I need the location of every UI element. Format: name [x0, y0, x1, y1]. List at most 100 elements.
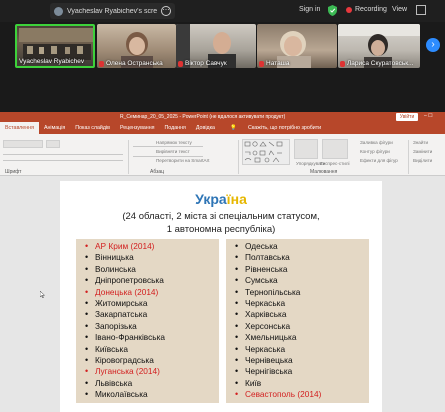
slide[interactable]: Україна (24 області, 2 міста зі спеціаль… [60, 181, 382, 412]
smartart-button[interactable]: Перетворити на SmartArt [156, 158, 209, 163]
region-list-item: Хмельницька [234, 332, 369, 344]
font-controls-row[interactable] [3, 154, 123, 155]
quick-styles-button[interactable] [322, 139, 348, 159]
subtitle-line: (24 області, 2 міста зі спеціальним стат… [122, 211, 320, 222]
region-list-item: Черкаська [234, 344, 369, 356]
region-list-item: Донецька (2014) [84, 287, 219, 299]
more-options-icon[interactable]: ⋯ [161, 6, 171, 16]
presenter-avatar-icon [54, 6, 63, 16]
tab-animation[interactable]: Анімація [39, 125, 70, 131]
font-controls-row[interactable] [3, 160, 123, 161]
next-page-button[interactable]: › [426, 38, 440, 52]
region-list-item: Миколаївська [84, 389, 219, 401]
region-list-item: Вінницька [84, 252, 219, 264]
arrange-button[interactable] [294, 139, 318, 159]
paragraph-controls-row[interactable] [133, 146, 203, 147]
region-list-item: Київська [84, 344, 219, 356]
group-drawing-label: Малювання [310, 169, 338, 175]
participant-tile[interactable]: Наташа [257, 24, 337, 68]
tab-view[interactable]: Подання [160, 125, 191, 131]
participant-name: Олена Остранська [99, 60, 163, 67]
region-list-item: Тернопільська [234, 287, 369, 299]
ribbon-separator [128, 140, 129, 174]
recording-label: Recording [355, 6, 387, 13]
ribbon-separator [238, 140, 239, 174]
title-part-yellow: їна [226, 191, 247, 207]
find-button[interactable]: Знайти [413, 140, 428, 145]
region-list-item: Київ [234, 378, 369, 390]
region-list-item: Харківська [234, 309, 369, 321]
replace-button[interactable]: Замінити [413, 149, 432, 154]
view-menu[interactable]: View [392, 6, 407, 13]
security-shield-icon [328, 5, 337, 16]
region-list-item: Житомирська [84, 298, 219, 310]
recording-indicator[interactable]: Recording [346, 6, 387, 13]
participant-name: Vyacheslav Ryabichev [19, 58, 85, 65]
ribbon-separator [408, 140, 409, 174]
lightbulb-icon: 💡 [229, 125, 239, 131]
zoom-window: Vyacheslav Ryabichev's screen ⋯ Sign in … [0, 0, 445, 412]
shapes-gallery-icon [244, 141, 283, 163]
region-list-item: Львівська [84, 378, 219, 390]
mouse-cursor-icon [40, 291, 45, 298]
region-list-item: АР Крим (2014) [84, 241, 219, 253]
participant-video-strip: Vyacheslav Ryabichev Олена Остранська Ві… [0, 22, 445, 70]
tell-me-search[interactable]: 💡 Скажіть, що потрібно зробити [220, 125, 331, 131]
participant-tile[interactable]: Віктор Савчук [176, 24, 256, 68]
participant-name: Віктор Савчук [178, 60, 227, 67]
region-list-item: Закарпатська [84, 309, 219, 321]
participant-tile[interactable]: Vyacheslav Ryabichev [15, 24, 95, 68]
right-region-list-box[interactable]: ОдеськаПолтавськаРівненськаСумськаТерноп… [226, 239, 369, 403]
shape-fill-button[interactable]: Заливка фігури [360, 140, 393, 145]
region-list-item: Сумська [234, 275, 369, 287]
paragraph-controls-row[interactable] [133, 156, 203, 157]
fullscreen-icon[interactable] [416, 5, 426, 15]
left-region-list-box[interactable]: АР Крим (2014)ВінницькаВолинськаДніпропе… [76, 239, 219, 403]
shape-effects-button[interactable]: Ефекти для фігур [360, 158, 398, 163]
group-paragraph-label: Абзац [150, 169, 165, 175]
region-list-item: Чернівецька [234, 355, 369, 367]
shared-screen-padding [0, 70, 445, 112]
quick-styles-label: Експрес-стилі [320, 161, 350, 166]
region-list-item: Херсонська [234, 321, 369, 333]
text-direction-button[interactable]: Напрямок тексту [156, 140, 192, 145]
recording-dot-icon [346, 6, 352, 13]
region-list-item: Рівненська [234, 264, 369, 276]
shape-outline-button[interactable]: Контур фігури [360, 149, 390, 154]
region-list-item: Полтавська [234, 252, 369, 264]
region-list-item: Чернігівська [234, 366, 369, 378]
window-controls[interactable]: – ☐ [424, 113, 433, 119]
participant-tile[interactable]: Олена Остранська [97, 24, 176, 68]
tab-review[interactable]: Рецензування [115, 125, 160, 131]
muted-mic-icon [178, 60, 183, 67]
screen-share-indicator[interactable]: Vyacheslav Ryabichev's screen ⋯ [50, 3, 175, 19]
tab-insert[interactable]: Вставлення [0, 122, 39, 134]
region-list-item: Івано-Франківська [84, 332, 219, 344]
participant-name: Наташа [259, 60, 290, 67]
select-button[interactable]: Виділити [413, 158, 432, 163]
ppt-ribbon-tabs: Вставлення Анімація Показ слайдів Реценз… [0, 122, 445, 134]
right-region-list: ОдеськаПолтавськаРівненськаСумськаТерноп… [234, 241, 369, 401]
font-name-box[interactable] [3, 140, 43, 148]
shapes-gallery[interactable] [242, 139, 290, 165]
align-text-button[interactable]: Вирівняти текст [156, 149, 190, 154]
font-size-box[interactable] [46, 140, 60, 148]
sign-in-link[interactable]: Sign in [299, 6, 320, 13]
slide-subtitle[interactable]: (24 області, 2 міста зі спеціальним стат… [60, 210, 382, 236]
tab-help[interactable]: Довідка [191, 125, 220, 131]
region-list-item: Севастополь (2014) [234, 389, 369, 401]
subtitle-line: 1 автономна республіка) [166, 224, 276, 235]
region-list-item: Кіровоградська [84, 355, 219, 367]
ppt-signin-button[interactable]: Увійти [396, 113, 418, 121]
left-region-list: АР Крим (2014)ВінницькаВолинськаДніпропе… [84, 241, 219, 401]
tab-slideshow[interactable]: Показ слайдів [70, 125, 115, 131]
zoom-top-bar: Vyacheslav Ryabichev's screen ⋯ Sign in … [0, 0, 445, 22]
ppt-window-title: R_Семинар_20_05_2025 - PowerPoint (не вд… [120, 114, 286, 120]
participant-tile[interactable]: Лариса Скуратовськ... [338, 24, 420, 68]
region-list-item: Запорізька [84, 321, 219, 333]
region-list-item: Дніпропетровська [84, 275, 219, 287]
ppt-ribbon: Шрифт Напрямок тексту Вирівняти текст Пе… [0, 134, 445, 176]
share-title: Vyacheslav Ryabichev's screen [67, 7, 157, 15]
slide-title[interactable]: Україна [60, 191, 382, 207]
region-list-item: Луганська (2014) [84, 366, 219, 378]
